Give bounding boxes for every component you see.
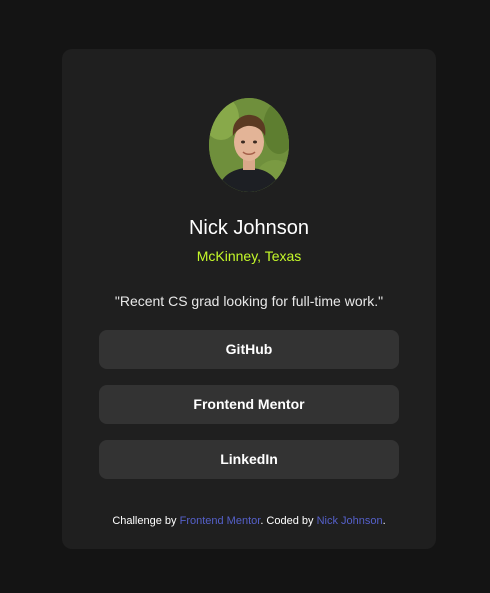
frontend-mentor-link-button[interactable]: Frontend Mentor: [99, 385, 399, 424]
author-link[interactable]: Nick Johnson: [317, 515, 383, 527]
social-links-list: GitHub Frontend Mentor LinkedIn: [99, 330, 399, 495]
profile-bio: "Recent CS grad looking for full-time wo…: [114, 293, 384, 309]
linkedin-link-button[interactable]: LinkedIn: [99, 440, 399, 479]
profile-location: McKinney, Texas: [196, 248, 302, 264]
attribution-suffix: .: [382, 515, 386, 527]
challenge-link[interactable]: Frontend Mentor: [180, 515, 261, 527]
avatar: [209, 98, 289, 192]
attribution: Challenge by Frontend Mentor. Coded by N…: [62, 514, 436, 528]
avatar-photo: [209, 98, 289, 192]
attribution-middle: . Coded by: [260, 515, 317, 527]
profile-name: Nick Johnson: [188, 217, 310, 239]
attribution-prefix: Challenge by: [112, 515, 180, 527]
profile-card: Nick Johnson McKinney, Texas "Recent CS …: [62, 49, 436, 549]
github-link-button[interactable]: GitHub: [99, 330, 399, 369]
